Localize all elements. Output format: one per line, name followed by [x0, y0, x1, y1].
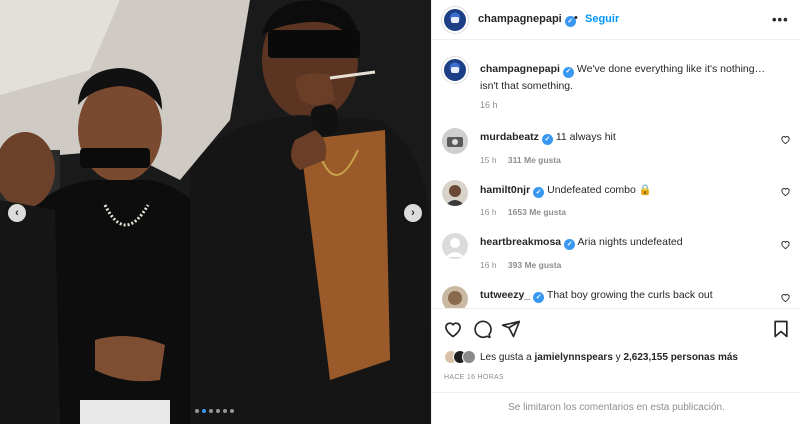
carousel-dot: [195, 409, 199, 413]
save-bookmark-icon[interactable]: [771, 319, 791, 339]
comment-meta: 15 h 311 Me gusta: [480, 155, 570, 165]
carousel-prev-button[interactable]: ‹: [8, 204, 26, 222]
liked-by-text: Les gusta a jamielynnspears y 2,623,155 …: [480, 351, 738, 363]
carousel-dot: [216, 409, 220, 413]
separator-dot: •: [574, 12, 578, 24]
comment-username[interactable]: tutweezy_: [480, 289, 530, 301]
verified-badge-icon: ✓: [562, 66, 574, 78]
photo-illustration: [0, 0, 431, 424]
comment-body: That boy growing the curls back out: [546, 289, 713, 301]
comment-item: murdabeatz ✓ 11 always hit 15 h 311 Me gu…: [432, 128, 800, 178]
comments-limited-notice: Se limitaron los comentarios en esta pub…: [432, 392, 800, 424]
post-caption: champagnepapi ✓ We've done everything lik…: [432, 50, 800, 120]
like-heart-icon[interactable]: [443, 319, 463, 339]
share-send-icon[interactable]: [501, 319, 521, 339]
comment-text: murdabeatz ✓ 11 always hit: [480, 131, 616, 145]
carousel-dot: [230, 409, 234, 413]
comment-text: heartbreakmosa ✓ Aria nights undefeated: [480, 236, 683, 250]
carousel-dot: [223, 409, 227, 413]
author-username[interactable]: champagnepapi ✓: [478, 13, 576, 27]
carousel-dot: [202, 409, 206, 413]
comment-text: tutweezy_ ✓ That boy growing the curls ba…: [480, 289, 713, 303]
comment-time[interactable]: 16 h: [480, 207, 497, 217]
comment-likes[interactable]: 393 Me gusta: [508, 260, 561, 270]
follow-button[interactable]: Seguir: [585, 13, 619, 25]
commenter-avatar[interactable]: [442, 128, 468, 154]
post-actions: Les gusta a jamielynnspears y 2,623,155 …: [432, 308, 800, 392]
comment-body: 11 always hit: [555, 131, 616, 143]
carousel-dots: [195, 409, 234, 413]
comment-meta: 16 h 1653 Me gusta: [480, 207, 575, 217]
comment-username[interactable]: murdabeatz: [480, 131, 539, 143]
commenter-avatar[interactable]: [442, 180, 468, 206]
comment-item: heartbreakmosa ✓ Aria nights undefeated 1…: [432, 233, 800, 283]
verified-badge-icon: ✓: [533, 291, 545, 303]
post-header: champagnepapi ✓ • Seguir •••: [432, 0, 800, 40]
commenter-avatar[interactable]: [442, 233, 468, 259]
comment-like-heart-icon[interactable]: [780, 239, 791, 250]
comment-like-heart-icon[interactable]: [780, 134, 791, 145]
author-avatar[interactable]: [442, 7, 468, 33]
more-options-icon[interactable]: •••: [772, 12, 789, 27]
caption-avatar[interactable]: [442, 57, 468, 83]
verified-badge-icon: ✓: [533, 186, 545, 198]
comment-time[interactable]: 16 h: [480, 260, 497, 270]
commenter-avatar[interactable]: [442, 286, 468, 308]
caption-time[interactable]: 16 h: [480, 100, 498, 110]
post-photo[interactable]: ‹ ›: [0, 0, 431, 424]
post-side-panel: champagnepapi ✓ • Seguir ••• champagnepap…: [431, 0, 800, 424]
liked-by-row: Les gusta a jamielynnspears y 2,623,155 …: [444, 350, 738, 364]
comment-like-heart-icon[interactable]: [780, 186, 791, 197]
verified-badge-icon: ✓: [541, 133, 553, 145]
comment-time[interactable]: 15 h: [480, 155, 497, 165]
caption-text: champagnepapi ✓ We've done everything lik…: [480, 61, 780, 94]
liked-by-user[interactable]: jamielynnspears: [535, 352, 613, 363]
verified-badge-icon: ✓: [564, 238, 576, 250]
comment-username[interactable]: hamilt0njr: [480, 184, 530, 196]
carousel-dot: [209, 409, 213, 413]
comment-body: Aria nights undefeated: [577, 236, 683, 248]
comment-text: hamilt0njr ✓ Undefeated combo 🔒: [480, 183, 652, 198]
comment-likes[interactable]: 311 Me gusta: [508, 155, 561, 165]
carousel-next-button[interactable]: ›: [404, 204, 422, 222]
comment-like-heart-icon[interactable]: [780, 292, 791, 303]
comment-likes[interactable]: 1653 Me gusta: [508, 207, 566, 217]
comment-body: Undefeated combo 🔒: [547, 184, 652, 196]
comment-meta: 16 h 393 Me gusta: [480, 260, 570, 270]
comment-username[interactable]: heartbreakmosa: [480, 236, 561, 248]
likes-count[interactable]: 2,623,155 personas más: [623, 352, 738, 363]
comment-item: hamilt0njr ✓ Undefeated combo 🔒 16 h 1653…: [432, 180, 800, 230]
liker-avatar[interactable]: [462, 350, 476, 364]
comment-item: tutweezy_ ✓ That boy growing the curls ba…: [432, 286, 800, 308]
comment-bubble-icon[interactable]: [472, 319, 492, 339]
caption-username[interactable]: champagnepapi: [480, 63, 560, 75]
post-timestamp[interactable]: HACE 16 HORAS: [444, 374, 504, 381]
